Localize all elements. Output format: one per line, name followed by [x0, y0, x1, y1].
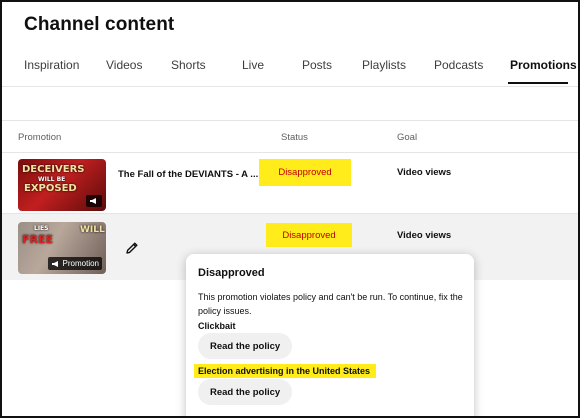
- video-thumbnail[interactable]: DECEIVERS WILL BE EXPOSED: [18, 159, 106, 211]
- tab-shorts[interactable]: Shorts: [171, 58, 206, 72]
- content-tabs: Inspiration Videos Shorts Live Posts Pla…: [0, 52, 580, 86]
- pencil-icon[interactable]: [124, 240, 140, 256]
- status-label: Disapproved: [282, 229, 336, 241]
- status-badge[interactable]: Disapproved: [259, 159, 351, 186]
- tabs-divider: [2, 86, 578, 87]
- toolbar-divider: [2, 120, 578, 121]
- status-label: Disapproved: [278, 167, 332, 178]
- megaphone-icon: [86, 195, 102, 207]
- policy-reason: Clickbait: [198, 321, 236, 331]
- thumbnail-text: WILL BE: [38, 176, 66, 183]
- popup-title: Disapproved: [198, 267, 265, 279]
- status-badge[interactable]: Disapproved: [266, 223, 352, 247]
- tab-live[interactable]: Live: [242, 58, 264, 72]
- thumbnail-text: WILL: [80, 225, 105, 235]
- thumbnail-text: EXPOSED: [24, 183, 77, 194]
- goal-value: Video views: [397, 167, 452, 178]
- active-tab-indicator: [508, 82, 568, 84]
- popup-message: This promotion violates policy and can't…: [198, 292, 463, 316]
- table-row[interactable]: DECEIVERS WILL BE EXPOSED The Fall of th…: [2, 153, 578, 213]
- page-title: Channel content: [24, 14, 175, 35]
- video-thumbnail[interactable]: LIES FREE WILL Promotion: [18, 222, 106, 274]
- read-policy-button[interactable]: Read the policy: [198, 379, 293, 405]
- column-header-goal[interactable]: Goal: [397, 132, 417, 143]
- thumbnail-text: LIES: [34, 225, 49, 232]
- promotion-badge: Promotion: [47, 257, 102, 270]
- promotion-badge-label: Promotion: [62, 259, 99, 268]
- tab-promotions[interactable]: Promotions: [510, 58, 577, 72]
- policy-reason: Election advertising in the United State…: [194, 364, 377, 378]
- thumbnail-text: DECEIVERS: [22, 164, 85, 175]
- tab-podcasts[interactable]: Podcasts: [434, 58, 483, 72]
- tab-playlists[interactable]: Playlists: [362, 58, 406, 72]
- column-header-status[interactable]: Status: [281, 132, 308, 143]
- read-policy-button[interactable]: Read the policy: [198, 333, 293, 359]
- promotion-title[interactable]: The Fall of the DEVIANTS - A ...: [118, 169, 258, 180]
- tab-inspiration[interactable]: Inspiration: [24, 58, 79, 72]
- tab-posts[interactable]: Posts: [302, 58, 332, 72]
- thumbnail-text: FREE: [22, 233, 54, 246]
- tab-videos[interactable]: Videos: [106, 58, 142, 72]
- status-details-popup: Disapproved This promotion violates poli…: [186, 254, 474, 418]
- goal-value: Video views: [397, 230, 452, 241]
- megaphone-icon: [51, 260, 58, 267]
- column-header-promotion[interactable]: Promotion: [18, 132, 61, 143]
